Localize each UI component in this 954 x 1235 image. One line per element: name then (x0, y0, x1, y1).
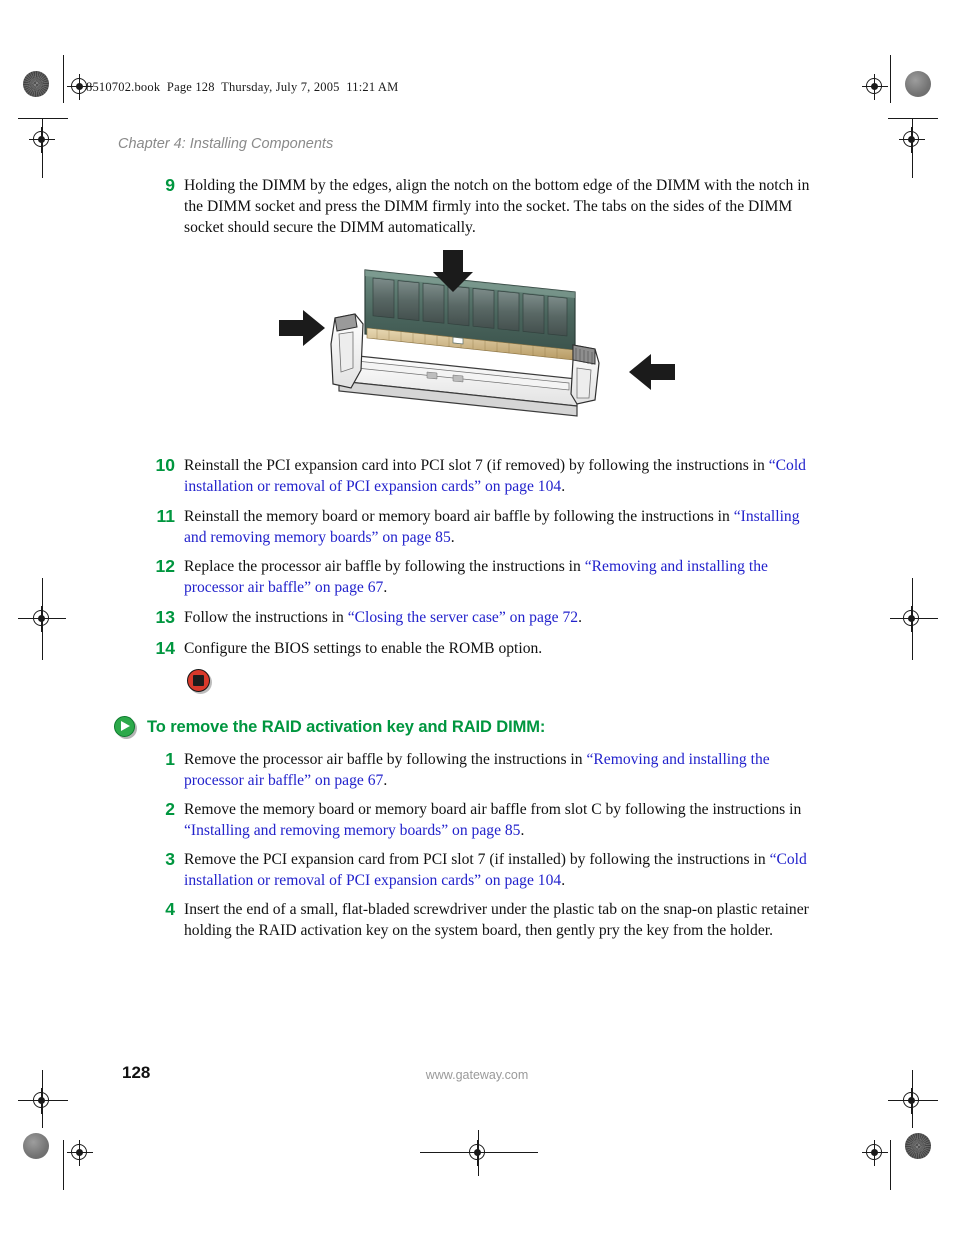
registration-mark-bottom-center (465, 1140, 491, 1166)
text-run: . (383, 772, 388, 789)
text-run: Remove the memory board or memory board … (184, 801, 802, 818)
crop-rule-top-right (888, 118, 938, 119)
left-arrow-right (629, 354, 675, 390)
step-text: Reinstall the PCI expansion card into PC… (184, 455, 810, 497)
step-text: Insert the end of a small, flat-bladed s… (184, 899, 810, 941)
registration-mark-bottom-left-2 (67, 1140, 93, 1166)
step-number: 12 (155, 556, 175, 576)
text-run: . (520, 822, 525, 839)
step-text: Remove the memory board or memory board … (184, 799, 810, 841)
step-number: 9 (165, 175, 175, 195)
stop-circle-icon (187, 669, 212, 694)
text-run: . (561, 478, 566, 495)
text-run: . (383, 579, 388, 596)
registration-mark-top-right (862, 74, 888, 100)
section-title: To remove the RAID activation key and RA… (147, 718, 546, 736)
step-number: 14 (155, 638, 175, 658)
dimm-installation-figure (277, 248, 677, 443)
book-file-header: 8510702.book Page 128 Thursday, July 7, … (86, 80, 399, 94)
step-text: Holding the DIMM by the edges, align the… (184, 175, 810, 238)
halftone-dot-bottom-left (23, 1133, 49, 1159)
text-run: Configure the BIOS settings to enable th… (184, 640, 543, 657)
chapter-header: Chapter 4: Installing Components (118, 136, 334, 152)
step-number: 11 (156, 506, 176, 526)
text-run: Remove the PCI expansion card from PCI s… (184, 851, 770, 868)
crop-rule-top-left (18, 118, 68, 119)
registration-mark-top-right-2 (899, 127, 925, 153)
crop-rule-right-lower (890, 1140, 891, 1190)
registration-mark-top-left-2 (29, 127, 55, 153)
text-run: Reinstall the memory board or memory boa… (184, 508, 734, 525)
text-run: Reinstall the PCI expansion card into PC… (184, 457, 769, 474)
registration-mark-bottom-left (29, 1088, 55, 1114)
step-text: Remove the processor air baffle by follo… (184, 749, 810, 791)
step-item: 12 Replace the processor air baffle by f… (150, 556, 810, 598)
registration-mark-bottom-right (899, 1088, 925, 1114)
text-run: . (561, 872, 566, 889)
step-number: 3 (165, 849, 175, 869)
step-item: 10 Reinstall the PCI expansion card into… (150, 455, 810, 497)
cross-reference-link[interactable]: “Closing the server case” on page 72 (348, 609, 578, 626)
crop-rule-right (890, 55, 891, 103)
step-number: 2 (165, 799, 175, 819)
step-item: 2 Remove the memory board or memory boar… (150, 799, 810, 841)
halftone-dot-top-left (23, 71, 49, 97)
step-text: Follow the instructions in “Closing the … (184, 607, 810, 628)
step-item: 13 Follow the instructions in “Closing t… (150, 607, 810, 628)
text-run: Remove the processor air baffle by follo… (184, 751, 587, 768)
dimm-module (364, 269, 576, 361)
step-item: 9 Holding the DIMM by the edges, align t… (150, 175, 810, 238)
step-item: 4 Insert the end of a small, flat-bladed… (150, 899, 810, 941)
text-run: Follow the instructions in (184, 609, 348, 626)
registration-mark-bottom-right-2 (862, 1140, 888, 1166)
text-run: Replace the processor air baffle by foll… (184, 558, 585, 575)
step-number: 10 (155, 455, 175, 475)
document-page: 8510702.book Page 128 Thursday, July 7, … (0, 0, 954, 1235)
crop-rule-left (63, 55, 64, 103)
registration-mark-mid-right (899, 606, 925, 632)
step-text: Remove the PCI expansion card from PCI s… (184, 849, 810, 891)
step-number: 4 (165, 899, 175, 919)
text-run: Holding the DIMM by the edges, align the… (184, 177, 810, 236)
halftone-dot-top-right (905, 71, 931, 97)
play-circle-icon (114, 716, 137, 739)
section-heading: To remove the RAID activation key and RA… (114, 716, 545, 739)
dimm-figure-svg (279, 250, 675, 417)
step-item: 14 Configure the BIOS settings to enable… (150, 638, 810, 659)
crop-rule-left-lower (63, 1140, 64, 1190)
text-run: Insert the end of a small, flat-bladed s… (184, 901, 809, 939)
step-item: 3 Remove the PCI expansion card from PCI… (150, 849, 810, 891)
step-text: Reinstall the memory board or memory boa… (184, 506, 810, 548)
step-number: 1 (165, 749, 175, 769)
text-run: . (578, 609, 582, 626)
text-run: . (450, 529, 455, 546)
registration-mark-mid-left (29, 606, 55, 632)
halftone-dot-bottom-right (905, 1133, 931, 1159)
step-item: 11 Reinstall the memory board or memory … (150, 506, 810, 548)
footer-url: www.gateway.com (425, 1068, 529, 1082)
right-arrow-left (279, 310, 325, 346)
step-text: Configure the BIOS settings to enable th… (184, 638, 810, 659)
step-text: Replace the processor air baffle by foll… (184, 556, 810, 598)
step-number: 13 (155, 607, 175, 627)
step-item: 1 Remove the processor air baffle by fol… (150, 749, 810, 791)
cross-reference-link[interactable]: “Installing and removing memory boards” … (184, 822, 520, 839)
